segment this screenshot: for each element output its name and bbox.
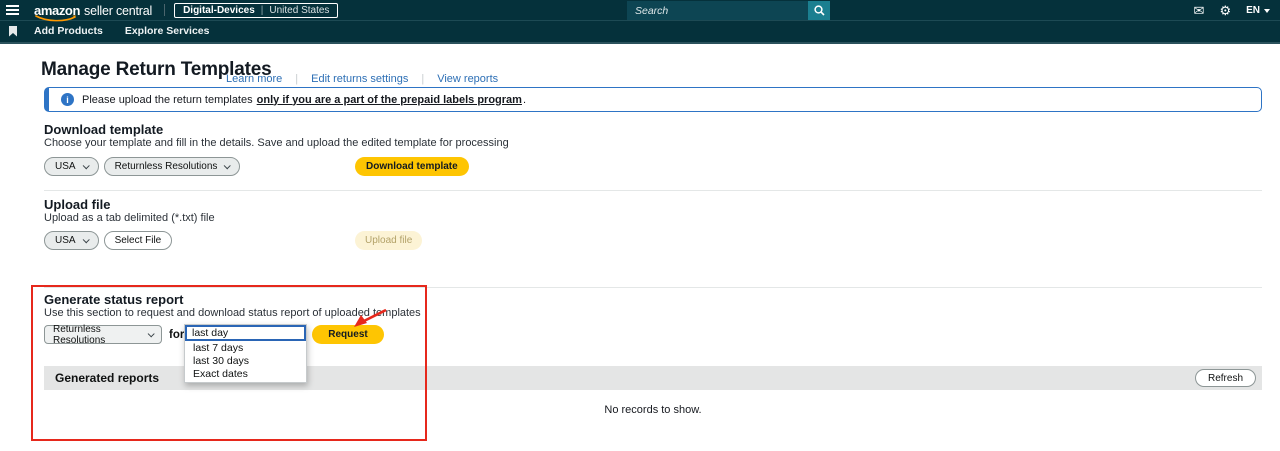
nav-add-products[interactable]: Add Products — [34, 25, 103, 37]
empty-state-text: No records to show. — [604, 404, 702, 416]
option-exact-dates[interactable]: Exact dates — [185, 367, 306, 380]
date-range-dropdown-open: last day last 7 days last 30 days Exact … — [184, 324, 307, 383]
mail-icon[interactable]: ✉ — [1194, 4, 1205, 17]
page-content: Manage Return Templates Learn more | Edi… — [0, 44, 1280, 451]
link-separator: | — [295, 73, 299, 85]
search-button[interactable] — [808, 1, 830, 20]
option-last-7-days[interactable]: last 7 days — [185, 341, 306, 354]
download-template-dropdown[interactable]: Returnless Resolutions — [103, 157, 241, 176]
hamburger-menu-button[interactable] — [0, 5, 24, 15]
section-divider — [44, 190, 1262, 191]
upload-file-heading: Upload file — [44, 197, 111, 212]
status-template-dropdown[interactable]: Returnless Resolutions — [44, 323, 162, 346]
language-selector[interactable]: EN — [1246, 5, 1270, 16]
select-file-button[interactable]: Select File — [103, 231, 173, 250]
upload-country-dropdown[interactable]: USA — [44, 231, 99, 250]
download-country-value: USA — [55, 161, 76, 172]
download-template-button[interactable]: Download template — [355, 157, 469, 176]
account-switcher[interactable]: Digital-Devices | United States — [174, 2, 339, 18]
banner-text: Please upload the return templates only … — [82, 93, 527, 106]
seller-central-logo[interactable]: amazon seller central — [34, 3, 153, 21]
generated-reports-heading: Generated reports — [55, 371, 160, 385]
download-template-description: Choose your template and fill in the det… — [44, 137, 509, 149]
edit-returns-settings-link[interactable]: Edit returns settings — [311, 73, 408, 85]
request-button[interactable]: Request — [312, 325, 384, 344]
app-root: amazon seller central Digital-Devices | … — [0, 0, 1280, 451]
chevron-down-icon — [82, 236, 90, 244]
info-banner: i Please upload the return templates onl… — [44, 87, 1262, 112]
amazon-smile-icon — [35, 14, 76, 21]
bookmark-icon[interactable] — [9, 25, 17, 37]
status-template-value: Returnless Resolutions — [53, 323, 106, 346]
language-label: EN — [1246, 5, 1260, 16]
link-separator: | — [421, 73, 425, 85]
page-header-links: Learn more | Edit returns settings | Vie… — [226, 73, 498, 85]
info-icon: i — [61, 93, 74, 106]
section-divider — [44, 287, 1262, 288]
option-last-day[interactable]: last day — [185, 325, 306, 341]
caret-down-icon — [1264, 8, 1270, 13]
refresh-button[interactable]: Refresh — [1194, 369, 1256, 387]
download-template-value: Returnless Resolutions — [114, 161, 218, 172]
global-search — [627, 1, 830, 20]
topbar-row-primary: amazon seller central Digital-Devices | … — [0, 0, 1280, 21]
topbar-utilities: ✉ ⚙ EN — [1194, 0, 1270, 21]
upload-controls: USA Select File — [44, 231, 173, 250]
topbar-row-secondary: Add Products Explore Services — [0, 21, 1280, 41]
select-file-label: Select File — [114, 235, 162, 246]
marketplace-name: United States — [269, 4, 330, 16]
learn-more-link[interactable]: Learn more — [226, 73, 282, 85]
logo-divider — [164, 4, 166, 16]
account-name: Digital-Devices — [183, 4, 255, 16]
search-input[interactable] — [627, 1, 808, 20]
upload-file-description: Upload as a tab delimited (*.txt) file — [44, 212, 215, 224]
download-template-heading: Download template — [44, 122, 164, 137]
gear-icon[interactable]: ⚙ — [1219, 4, 1231, 17]
chevron-down-icon — [147, 330, 155, 338]
search-icon — [813, 5, 825, 16]
generate-status-report-heading: Generate status report — [44, 292, 184, 307]
hamburger-icon — [5, 5, 19, 15]
chevron-down-icon — [224, 162, 232, 170]
upload-country-value: USA — [55, 235, 76, 246]
for-label: for — [169, 329, 185, 341]
top-navigation-bar: amazon seller central Digital-Devices | … — [0, 0, 1280, 44]
option-last-30-days[interactable]: last 30 days — [185, 354, 306, 367]
nav-explore-services[interactable]: Explore Services — [125, 25, 210, 37]
account-separator: | — [260, 4, 264, 16]
upload-file-button[interactable]: Upload file — [355, 231, 423, 250]
logo-suffix-text: seller central — [84, 3, 153, 18]
chevron-down-icon — [82, 162, 90, 170]
download-controls: USA Returnless Resolutions — [44, 157, 241, 176]
view-reports-link[interactable]: View reports — [437, 73, 498, 85]
generate-status-report-description: Use this section to request and download… — [44, 307, 421, 319]
banner-emphasis: only if you are a part of the prepaid la… — [256, 93, 522, 106]
download-country-dropdown[interactable]: USA — [44, 157, 99, 176]
